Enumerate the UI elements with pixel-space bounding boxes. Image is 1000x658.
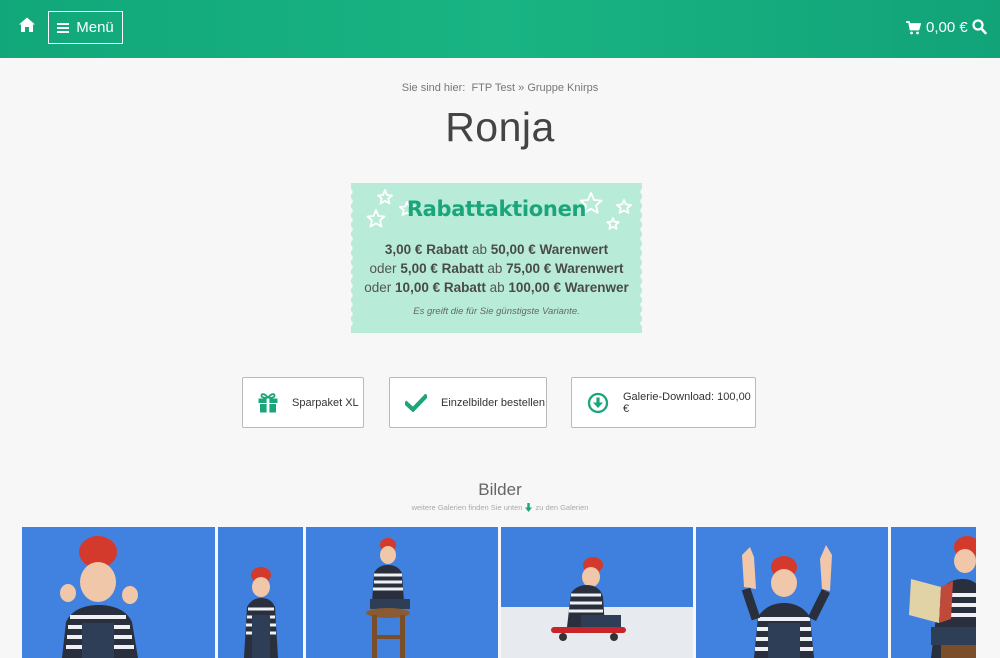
breadcrumb-separator: » [518, 82, 525, 94]
gift-icon [258, 393, 278, 413]
gallery-hint: weitere Galerien finden Sie unten zu den… [0, 503, 1000, 512]
search-button[interactable] [972, 19, 988, 37]
gallery-hint-text: weitere Galerien finden Sie unten [411, 503, 523, 512]
discount-connector: ab [489, 280, 505, 295]
discount-threshold: 100,00 € Warenwer [508, 280, 629, 295]
photo-image [501, 527, 693, 658]
photo-image [891, 527, 976, 658]
home-icon [19, 17, 35, 32]
discount-prefix: oder [369, 261, 397, 276]
gallery-photo[interactable] [306, 527, 498, 658]
cart-icon [906, 20, 921, 34]
search-icon [972, 19, 987, 35]
menu-button[interactable]: Menü [48, 11, 123, 44]
discount-connector: ab [471, 242, 487, 257]
cart-total: 0,00 € [926, 19, 968, 36]
order-single-images-label: Einzelbilder bestellen [441, 396, 545, 409]
discount-tier-1: 3,00 € Rabatt ab 50,00 € Warenwert [351, 242, 642, 257]
breadcrumb-prefix: Sie sind hier: [401, 82, 466, 94]
photo-image [696, 527, 888, 658]
gallery-photo[interactable] [891, 527, 976, 658]
discount-amount: 10,00 € Rabatt [395, 280, 486, 295]
discount-coupon: Rabattaktionen 3,00 € Rabatt ab 50,00 € … [351, 183, 642, 333]
savings-package-label: Sparpaket XL [292, 396, 359, 409]
jump-to-galleries-label: zu den Galerien [535, 503, 589, 512]
gallery-photo[interactable] [22, 527, 215, 658]
breadcrumb-link-gruppe-knirps[interactable]: Gruppe Knirps [527, 82, 598, 94]
menu-label: Menü [76, 19, 114, 36]
download-circle-icon [587, 392, 609, 413]
breadcrumb: Sie sind hier: FTP Test » Gruppe Knirps [0, 82, 1000, 94]
discount-threshold: 75,00 € Warenwert [506, 261, 624, 276]
gallery-photo[interactable] [218, 527, 303, 658]
gallery-download-label: Galerie-Download: 100,00 € [623, 390, 751, 415]
discount-tier-3: oder 10,00 € Rabatt ab 100,00 € Warenwer [351, 280, 642, 295]
savings-package-button[interactable]: Sparpaket XL [242, 377, 364, 428]
checkmark-icon [405, 393, 427, 412]
top-navigation-bar: Menü 0,00 € [0, 0, 1000, 58]
coupon-title: Rabattaktionen [406, 197, 587, 221]
gallery-photo[interactable] [501, 527, 693, 658]
arrow-down-icon [525, 503, 533, 512]
cart-button[interactable]: 0,00 € [906, 19, 968, 36]
gallery-photo[interactable] [696, 527, 888, 658]
photo-gallery [22, 527, 976, 658]
gallery-download-button[interactable]: Galerie-Download: 100,00 € [571, 377, 756, 428]
breadcrumb-link-ftp-test[interactable]: FTP Test [471, 82, 515, 94]
photo-image [218, 527, 303, 658]
discount-amount: 5,00 € Rabatt [400, 261, 484, 276]
gallery-title: Bilder [478, 480, 522, 499]
photo-image [306, 527, 498, 658]
photo-image [22, 527, 215, 658]
discount-connector: ab [487, 261, 503, 276]
discount-prefix: oder [364, 280, 392, 295]
discount-threshold: 50,00 € Warenwert [490, 242, 609, 257]
discount-amount: 3,00 € Rabatt [384, 242, 469, 257]
page-title: Ronja [445, 104, 555, 150]
coupon-note: Es greift die für Sie günstigste Variant… [413, 306, 580, 317]
jump-to-galleries-link[interactable]: zu den Galerien [525, 503, 588, 512]
menu-icon [57, 22, 70, 33]
order-single-images-button[interactable]: Einzelbilder bestellen [389, 377, 547, 428]
home-button[interactable] [18, 16, 40, 38]
discount-tier-2: oder 5,00 € Rabatt ab 75,00 € Warenwert [351, 261, 642, 276]
